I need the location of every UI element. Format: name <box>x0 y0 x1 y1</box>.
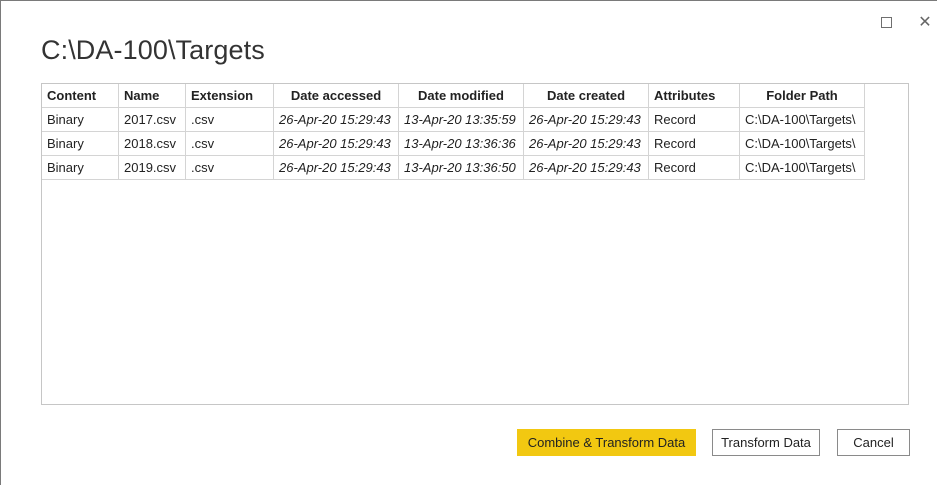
transform-data-button[interactable]: Transform Data <box>712 429 820 456</box>
cell-date-accessed: 26-Apr-20 15:29:43 <box>273 107 399 132</box>
cell-name: 2017.csv <box>118 107 186 132</box>
column-header-folder-path: Folder Path <box>739 84 865 108</box>
cell-date-modified: 13-Apr-20 13:35:59 <box>398 107 524 132</box>
cell-attributes: Record <box>648 155 740 180</box>
cell-date-modified: 13-Apr-20 13:36:50 <box>398 155 524 180</box>
cell-folder-path: C:\DA-100\Targets\ <box>739 107 865 132</box>
column-header-date-accessed: Date accessed <box>273 84 399 108</box>
cell-attributes: Record <box>648 131 740 156</box>
cell-extension: .csv <box>185 131 274 156</box>
cell-content: Binary <box>42 155 119 180</box>
column-header-date-modified: Date modified <box>398 84 524 108</box>
close-icon: ✕ <box>918 14 932 31</box>
column-header-attributes: Attributes <box>648 84 740 108</box>
table-row: Binary 2018.csv .csv 26-Apr-20 15:29:43 … <box>42 131 865 156</box>
table-row: Binary 2017.csv .csv 26-Apr-20 15:29:43 … <box>42 107 865 132</box>
maximize-button[interactable] <box>875 11 897 33</box>
maximize-icon <box>880 16 892 28</box>
dialog-title: C:\DA-100\Targets <box>41 35 265 65</box>
file-table: Content Name Extension Date accessed Dat… <box>42 84 865 180</box>
combine-transform-data-button[interactable]: Combine & Transform Data <box>517 429 696 456</box>
column-header-name: Name <box>118 84 186 108</box>
column-header-extension: Extension <box>185 84 274 108</box>
cell-content: Binary <box>42 107 119 132</box>
cell-date-modified: 13-Apr-20 13:36:36 <box>398 131 524 156</box>
cell-extension: .csv <box>185 155 274 180</box>
cell-date-accessed: 26-Apr-20 15:29:43 <box>273 131 399 156</box>
cell-date-accessed: 26-Apr-20 15:29:43 <box>273 155 399 180</box>
cell-name: 2019.csv <box>118 155 186 180</box>
table-header-row: Content Name Extension Date accessed Dat… <box>42 84 865 108</box>
cell-attributes: Record <box>648 107 740 132</box>
column-header-content: Content <box>42 84 119 108</box>
cell-extension: .csv <box>185 107 274 132</box>
cancel-button[interactable]: Cancel <box>837 429 910 456</box>
cell-content: Binary <box>42 131 119 156</box>
cell-folder-path: C:\DA-100\Targets\ <box>739 131 865 156</box>
cell-date-created: 26-Apr-20 15:29:43 <box>523 155 649 180</box>
column-header-date-created: Date created <box>523 84 649 108</box>
cell-folder-path: C:\DA-100\Targets\ <box>739 155 865 180</box>
table-row: Binary 2019.csv .csv 26-Apr-20 15:29:43 … <box>42 155 865 180</box>
close-button[interactable]: ✕ <box>914 11 936 33</box>
file-preview-panel: Content Name Extension Date accessed Dat… <box>41 83 909 405</box>
cell-date-created: 26-Apr-20 15:29:43 <box>523 131 649 156</box>
cell-name: 2018.csv <box>118 131 186 156</box>
cell-date-created: 26-Apr-20 15:29:43 <box>523 107 649 132</box>
dialog-window: ✕ C:\DA-100\Targets Content Name Extensi… <box>0 0 937 485</box>
